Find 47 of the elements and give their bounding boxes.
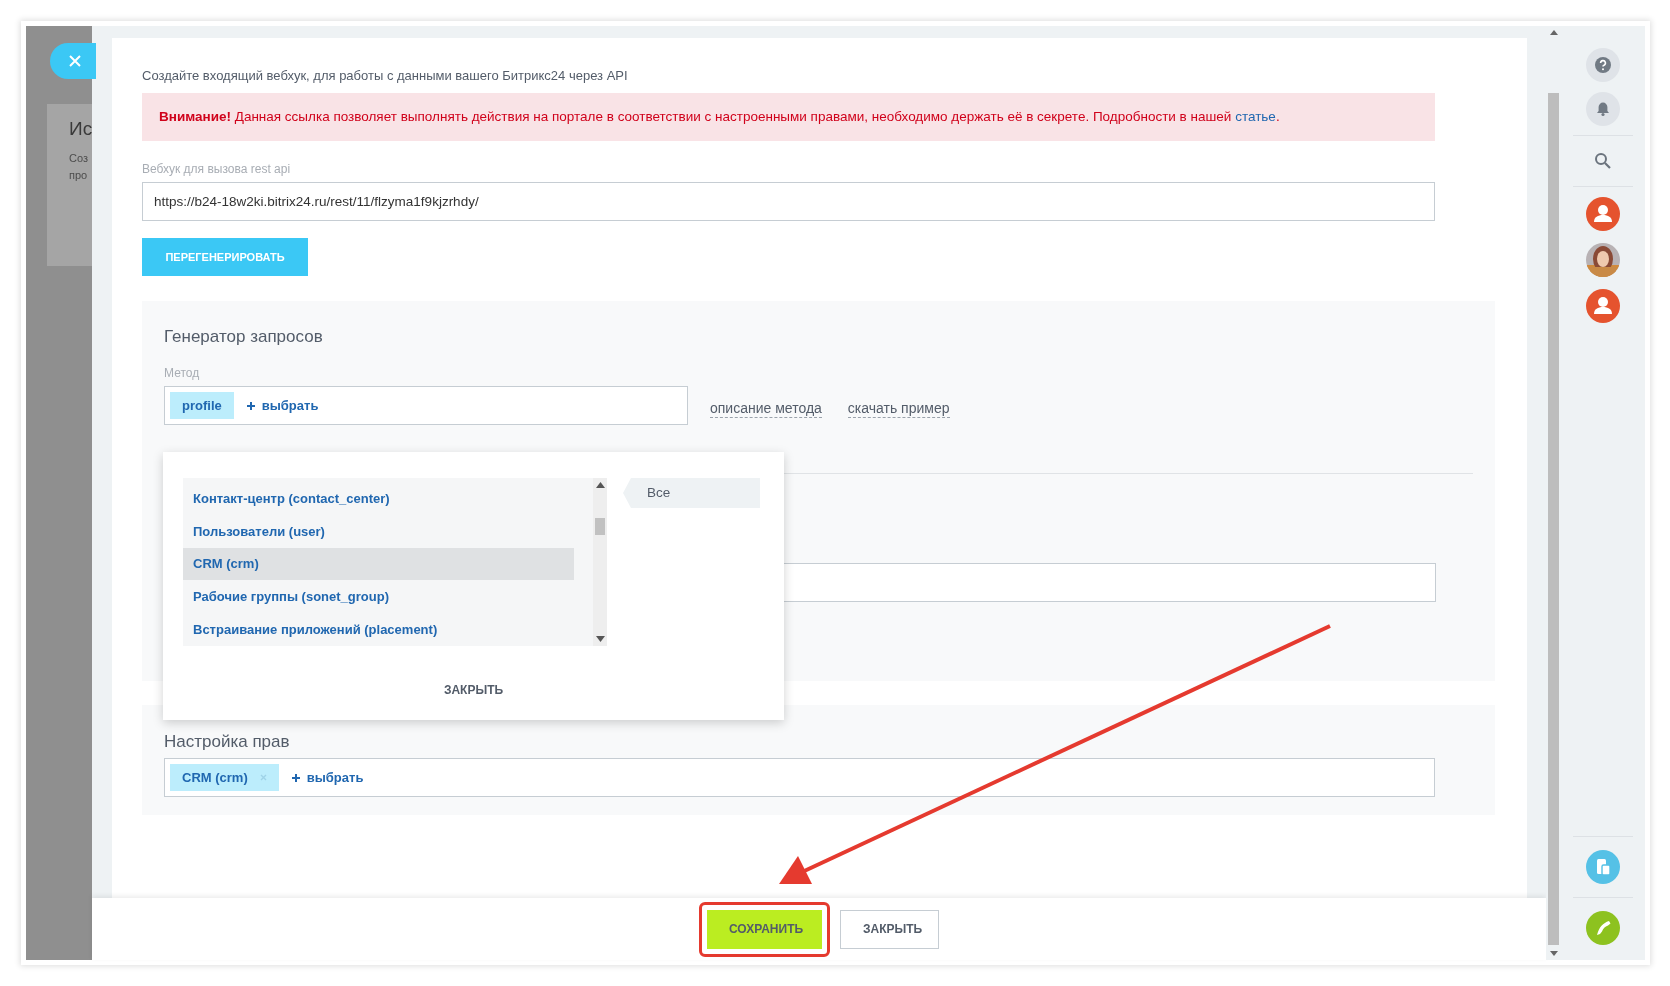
close-icon <box>68 54 82 68</box>
scope-item[interactable]: CRM (crm) <box>183 547 574 581</box>
scope-item[interactable]: Рабочие группы (sonet_group) <box>183 580 574 614</box>
scrollbar-thumb[interactable] <box>595 518 605 535</box>
article-link[interactable]: статье <box>1235 109 1276 124</box>
field-label: Метод <box>164 366 201 380</box>
footer-button[interactable]: ЗАКРЫТЬ <box>840 909 939 949</box>
dashed-link[interactable]: скачать пример <box>847 400 950 418</box>
category-tab[interactable]: Все <box>623 478 760 508</box>
scope-item[interactable]: Контакт-центр (contact_center) <box>183 482 574 515</box>
rights-selector[interactable]: CRM (crm) выбрать <box>164 758 1435 797</box>
devices-icon[interactable] <box>1586 850 1620 884</box>
method-tag[interactable]: profile <box>170 392 234 419</box>
scrollbar[interactable] <box>1546 26 1561 960</box>
scrollbar-thumb[interactable] <box>1548 93 1559 945</box>
method-selector[interactable]: profile выбрать <box>164 386 688 425</box>
select-link[interactable]: выбрать <box>261 398 319 413</box>
scope-item[interactable]: Встраивание приложений (placement) <box>183 613 574 646</box>
scrollbar[interactable] <box>593 478 607 646</box>
section-title: Настройка прав <box>164 732 291 752</box>
close-button[interactable]: ЗАКРЫТЬ <box>437 682 510 698</box>
field-label: Вебхук для вызова rest api <box>142 162 292 176</box>
warning-message: Внимание! Данная ссылка позволяет выполнять действия на портале в соответствии с настроенными правами, необходимо держать её в секрете. Подробности в нашей статье. <box>142 93 1435 141</box>
up-arrow-icon <box>1549 30 1558 35</box>
user-avatar-icon[interactable] <box>1586 197 1620 231</box>
down-arrow-icon <box>595 636 605 642</box>
select-link[interactable]: выбрать <box>306 770 364 785</box>
plus-icon <box>245 400 256 411</box>
down-arrow-icon <box>1549 951 1558 956</box>
card-text: Соз <box>69 151 89 166</box>
intro-text: Создайте входящий вебхук, для работы с данными вашего Битрикс24 через API <box>142 68 629 83</box>
up-arrow-icon <box>595 482 605 488</box>
user-avatar-icon[interactable] <box>1586 289 1620 323</box>
help-icon[interactable] <box>1586 48 1620 82</box>
webhook-url-field[interactable]: https://b24-18w2ki.bitrix24.ru/rest/11/flzyma1f9kjzrhdy/ <box>142 182 1435 221</box>
scope-tag[interactable]: CRM (crm) <box>170 764 279 791</box>
bell-icon[interactable] <box>1586 92 1620 126</box>
phone-icon[interactable] <box>1586 911 1620 945</box>
card-title: Ис <box>69 118 92 140</box>
section-title: Генератор запросов <box>164 327 324 347</box>
close-button[interactable] <box>50 43 96 79</box>
dashed-link[interactable]: описание метода <box>710 400 822 418</box>
search-icon[interactable] <box>1594 152 1612 170</box>
scope-item[interactable]: Пользователи (user) <box>183 514 574 548</box>
plus-icon <box>290 772 301 783</box>
card-text: про <box>69 168 89 183</box>
footer-button[interactable]: СОХРАНИТЬ <box>707 909 822 949</box>
